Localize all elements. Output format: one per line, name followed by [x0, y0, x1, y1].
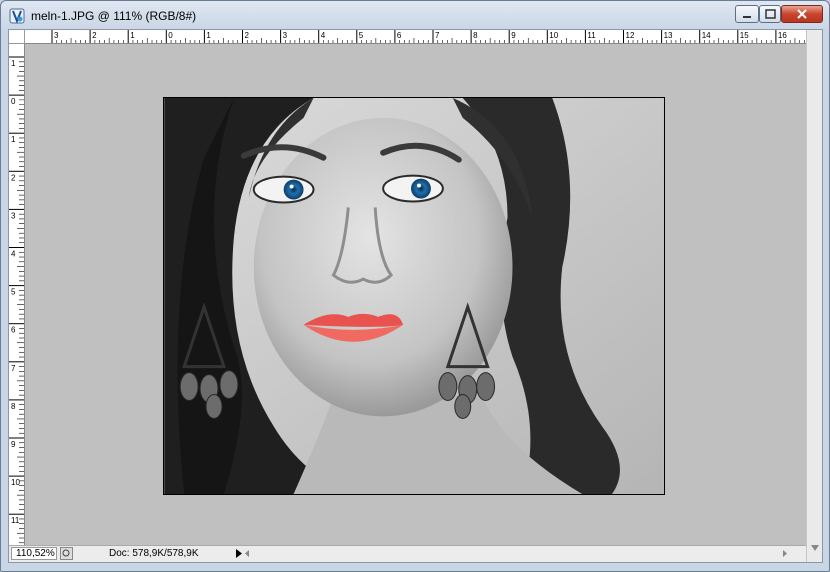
photoshop-document-icon [9, 8, 25, 24]
h-ruler-label: 2 [245, 31, 250, 40]
status-bar: 110,52% Doc: 578,9K/578,9K [9, 545, 806, 562]
v-ruler-label: 8 [11, 402, 16, 411]
minimize-button[interactable] [735, 5, 759, 23]
h-ruler-label: 8 [473, 31, 478, 40]
h-ruler-label: 6 [397, 31, 402, 40]
horizontal-scrollbar[interactable] [241, 547, 791, 560]
v-ruler-label: 1 [11, 135, 16, 144]
horizontal-ruler-ticks: 3 2 1 0 1 2 3 4 5 6 7 8 9 10 11 12 13 14 15 16 [51, 30, 805, 43]
close-icon [797, 9, 807, 19]
minimize-icon [743, 16, 751, 18]
h-ruler-label: 15 [740, 31, 749, 40]
maximize-icon [765, 9, 776, 19]
h-ruler-label: 3 [283, 31, 288, 40]
horizontal-ruler[interactable]: 3 2 1 0 1 2 3 4 5 6 7 8 9 10 11 12 13 14 15 16 [25, 30, 806, 44]
vertical-scrollbar[interactable] [806, 30, 822, 562]
v-ruler-label: 6 [11, 326, 16, 335]
doc-info: Doc: 578,9K/578,9K [109, 548, 199, 559]
h-ruler-label: 3 [54, 31, 59, 40]
h-ruler-label: 12 [626, 31, 635, 40]
h-ruler-label: 11 [587, 31, 596, 40]
h-ruler-label: 16 [778, 31, 787, 40]
title-bar[interactable]: meln-1.JPG @ 111% (RGB/8#) [1, 1, 829, 29]
h-ruler-label: 1 [130, 31, 135, 40]
ruler-origin[interactable] [9, 30, 25, 44]
horizontal-scroll-arrows [245, 550, 787, 557]
h-ruler-label: 0 [168, 31, 173, 40]
h-ruler-label: 7 [435, 31, 440, 40]
zoom-menu-icon[interactable] [60, 547, 73, 560]
vertical-ruler[interactable]: 1 0 1 2 3 4 5 6 7 8 9 10 11 [9, 44, 25, 545]
h-ruler-label: 14 [702, 31, 711, 40]
v-ruler-label: 5 [11, 288, 16, 297]
scroll-arrows [811, 545, 819, 551]
v-ruler-label: 7 [11, 364, 16, 373]
v-ruler-label: 3 [11, 211, 16, 220]
h-ruler-label: 1 [206, 31, 211, 40]
window-title: meln-1.JPG @ 111% (RGB/8#) [31, 9, 197, 23]
v-ruler-label: 0 [11, 97, 16, 106]
v-ruler-label: 2 [11, 173, 16, 182]
maximize-button[interactable] [759, 5, 781, 23]
h-ruler-label: 9 [511, 31, 516, 40]
h-ruler-label: 2 [92, 31, 97, 40]
v-ruler-label: 11 [11, 516, 20, 525]
close-button[interactable] [781, 5, 823, 23]
h-ruler-label: 4 [321, 31, 326, 40]
canvas-area[interactable] [25, 44, 806, 545]
v-ruler-label: 4 [11, 250, 16, 259]
v-ruler-label: 1 [11, 59, 16, 68]
document-area: 3 2 1 0 1 2 3 4 5 6 7 8 9 10 11 12 13 14 15 16 101234567891… [8, 29, 823, 563]
h-ruler-label: 10 [549, 31, 558, 40]
vertical-ruler-ticks: 101234567891011 [9, 56, 24, 544]
document-window: meln-1.JPG @ 111% (RGB/8#) 3210123456789… [0, 0, 830, 572]
h-ruler-label: 5 [359, 31, 364, 40]
portrait-photo[interactable] [163, 97, 665, 495]
zoom-field[interactable]: 110,52% [11, 547, 57, 560]
v-ruler-label: 9 [11, 440, 16, 449]
h-ruler-label: 13 [664, 31, 673, 40]
